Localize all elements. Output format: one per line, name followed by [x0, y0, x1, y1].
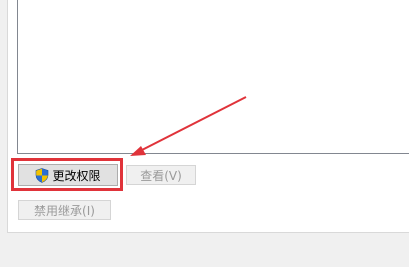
disable-inheritance-button[interactable]: 禁用继承(I) [18, 200, 111, 220]
disable-inheritance-label: 禁用继承(I) [34, 203, 95, 218]
uac-shield-icon [35, 167, 49, 183]
change-permissions-button[interactable]: 更改权限 [18, 164, 118, 186]
permission-entries-list[interactable] [17, 0, 409, 154]
change-permissions-label: 更改权限 [52, 168, 101, 183]
view-button[interactable]: 查看(V) [126, 165, 196, 185]
view-label: 查看(V) [140, 168, 182, 183]
